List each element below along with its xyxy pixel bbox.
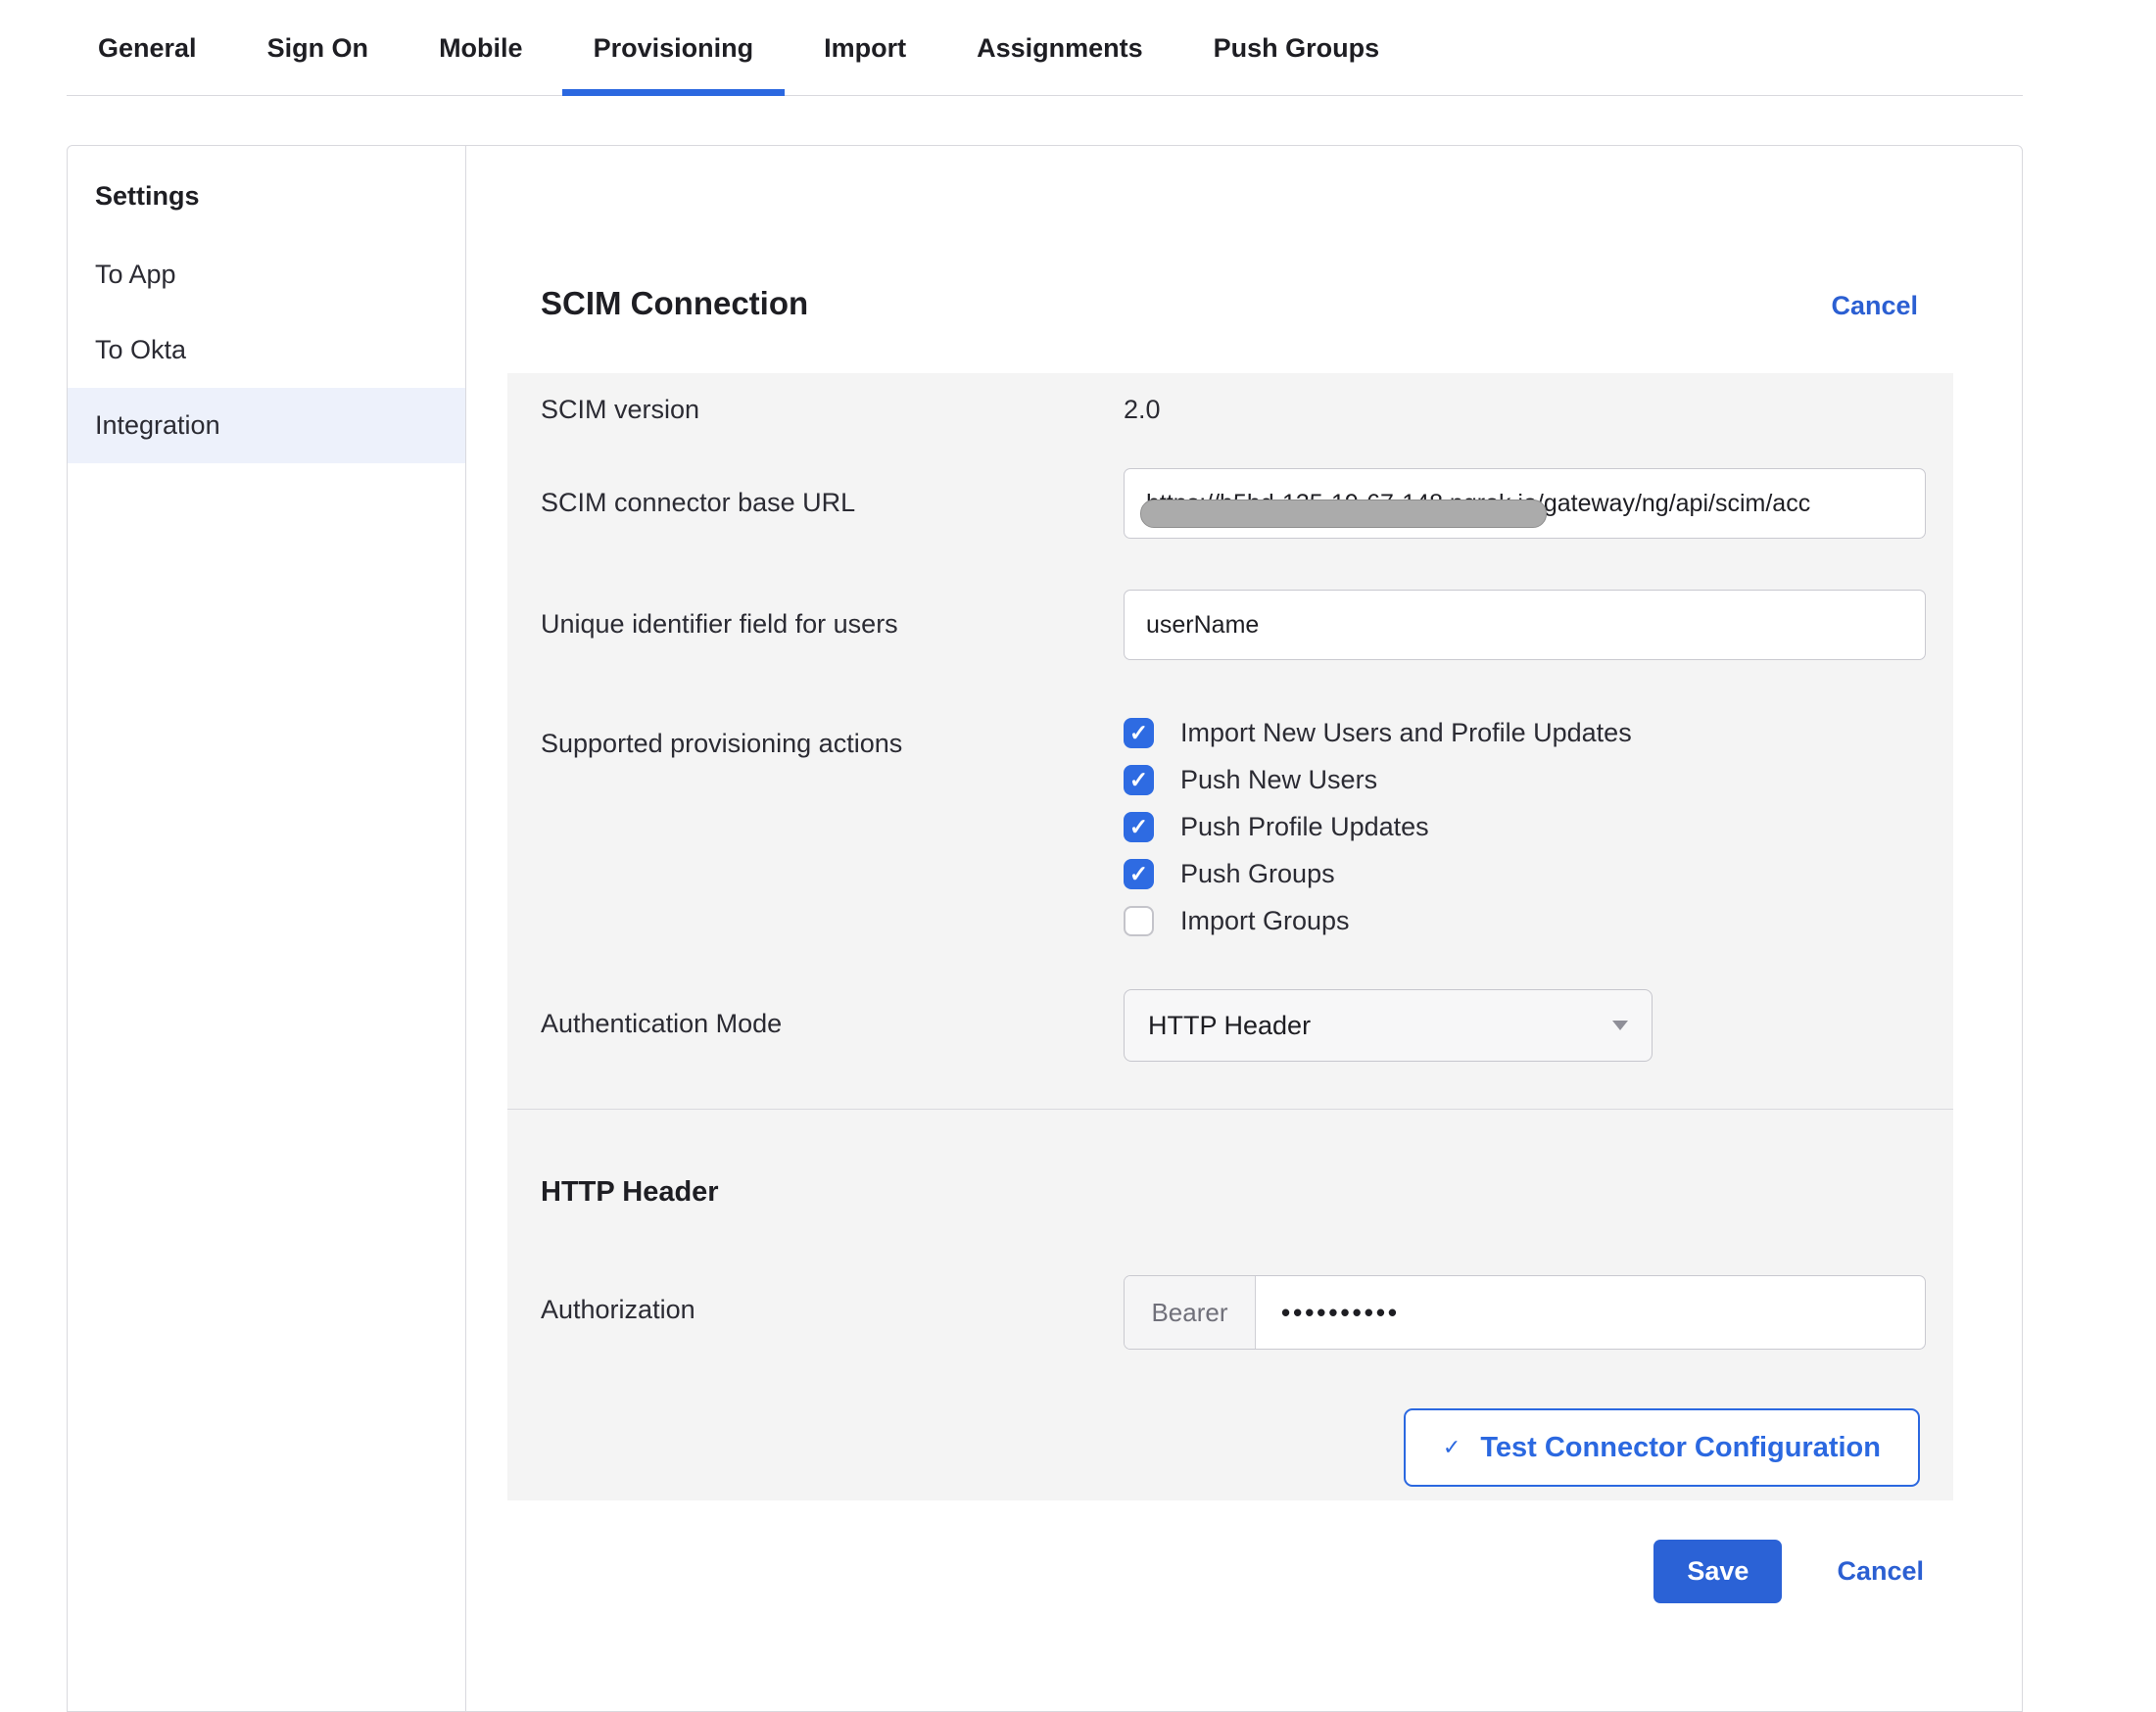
http-header-section: HTTP Header Authorization Bearer •••••••… xyxy=(507,1109,1953,1500)
page-title: SCIM Connection xyxy=(541,285,808,322)
auth-mode-label: Authentication Mode xyxy=(541,989,1124,1039)
unique-id-label: Unique identifier field for users xyxy=(541,590,1124,640)
test-connector-button-label: Test Connector Configuration xyxy=(1480,1432,1881,1464)
main-content: SCIM Connection Cancel SCIM version 2.0 … xyxy=(466,146,2022,1711)
scim-version-label: SCIM version xyxy=(541,389,1124,425)
sidebar-item-to-okta[interactable]: To Okta xyxy=(68,312,465,388)
tab-import[interactable]: Import xyxy=(792,33,937,96)
base-url-row: SCIM connector base URL https://h5hd-135… xyxy=(541,468,1920,539)
tab-sign-on[interactable]: Sign On xyxy=(236,33,401,96)
tab-general[interactable]: General xyxy=(67,33,228,96)
check-icon: ✓ xyxy=(1129,722,1148,744)
cancel-link-top[interactable]: Cancel xyxy=(1831,291,1918,321)
authorization-input-group: Bearer •••••••••• xyxy=(1124,1275,1926,1350)
checkbox-row-push-groups[interactable]: ✓ Push Groups xyxy=(1124,850,1920,897)
test-connector-button[interactable]: ✓ Test Connector Configuration xyxy=(1404,1408,1920,1487)
checkbox-row-push-profile-updates[interactable]: ✓ Push Profile Updates xyxy=(1124,803,1920,850)
base-url-label: SCIM connector base URL xyxy=(541,468,1124,518)
checkbox-import-new-users[interactable]: ✓ xyxy=(1124,718,1154,748)
sidebar-heading: Settings xyxy=(68,173,465,237)
checkbox-label: Push Profile Updates xyxy=(1180,812,1429,842)
check-icon: ✓ xyxy=(1129,816,1148,838)
checkbox-label: Push New Users xyxy=(1180,765,1377,795)
chevron-down-icon xyxy=(1612,1021,1628,1030)
authorization-label: Authorization xyxy=(541,1275,1124,1325)
settings-sidebar: Settings To App To Okta Integration xyxy=(68,146,466,1711)
http-header-heading: HTTP Header xyxy=(541,1176,1920,1209)
checkbox-push-groups[interactable]: ✓ xyxy=(1124,859,1154,889)
auth-mode-selected-value: HTTP Header xyxy=(1148,1011,1311,1041)
checkbox-label: Import Groups xyxy=(1180,906,1350,936)
app-tab-bar: General Sign On Mobile Provisioning Impo… xyxy=(67,0,2023,96)
base-url-input[interactable]: https://h5hd-135-19-67-148.ngrok.io/gate… xyxy=(1124,468,1926,539)
provisioning-actions-row: Supported provisioning actions ✓ Import … xyxy=(541,709,1920,944)
checkbox-push-new-users[interactable]: ✓ xyxy=(1124,765,1154,795)
tab-provisioning[interactable]: Provisioning xyxy=(562,33,786,96)
check-icon: ✓ xyxy=(1129,863,1148,885)
checkbox-row-import-groups[interactable]: Import Groups xyxy=(1124,897,1920,944)
scim-version-row: SCIM version 2.0 xyxy=(541,389,1920,425)
save-button[interactable]: Save xyxy=(1653,1540,1782,1603)
title-row: SCIM Connection Cancel xyxy=(507,285,1951,322)
form-footer: Save Cancel xyxy=(507,1540,1924,1603)
provisioning-actions-label: Supported provisioning actions xyxy=(541,709,1124,759)
tab-push-groups[interactable]: Push Groups xyxy=(1182,33,1412,96)
authorization-token-input[interactable]: •••••••••• xyxy=(1256,1276,1925,1349)
scim-version-value: 2.0 xyxy=(1124,395,1161,424)
checkbox-label: Push Groups xyxy=(1180,859,1335,889)
bearer-prefix: Bearer xyxy=(1125,1276,1256,1349)
checkbox-push-profile-updates[interactable]: ✓ xyxy=(1124,812,1154,842)
sidebar-item-to-app[interactable]: To App xyxy=(68,237,465,312)
scim-connection-form: SCIM version 2.0 SCIM connector base URL… xyxy=(507,373,1953,1500)
auth-mode-row: Authentication Mode HTTP Header xyxy=(541,989,1920,1062)
unique-id-input[interactable]: userName xyxy=(1124,590,1926,660)
tab-mobile[interactable]: Mobile xyxy=(407,33,554,96)
provisioning-panel: Settings To App To Okta Integration SCIM… xyxy=(67,145,2023,1712)
checkbox-row-import-new-users[interactable]: ✓ Import New Users and Profile Updates xyxy=(1124,709,1920,756)
checkbox-row-push-new-users[interactable]: ✓ Push New Users xyxy=(1124,756,1920,803)
auth-mode-select[interactable]: HTTP Header xyxy=(1124,989,1653,1062)
page: { "colors": { "accent": "#2b68e0", "save… xyxy=(0,0,2156,1611)
checkbox-import-groups[interactable] xyxy=(1124,906,1154,936)
check-icon: ✓ xyxy=(1443,1435,1461,1460)
base-url-visible-text: /gateway/ng/api/scim/acc xyxy=(1537,490,1810,518)
base-url-redacted-text: https://h5hd-135-19-67-148.ngrok.io xyxy=(1146,490,1537,518)
test-connector-row: ✓ Test Connector Configuration xyxy=(541,1408,1920,1487)
sidebar-item-integration[interactable]: Integration xyxy=(68,388,465,463)
unique-id-row: Unique identifier field for users userNa… xyxy=(541,590,1920,660)
checkbox-label: Import New Users and Profile Updates xyxy=(1180,718,1632,748)
authorization-row: Authorization Bearer •••••••••• xyxy=(541,1275,1920,1350)
tab-assignments[interactable]: Assignments xyxy=(945,33,1174,96)
check-icon: ✓ xyxy=(1129,769,1148,791)
cancel-link-bottom[interactable]: Cancel xyxy=(1837,1556,1924,1587)
connection-settings-section: SCIM version 2.0 SCIM connector base URL… xyxy=(507,373,1953,1109)
